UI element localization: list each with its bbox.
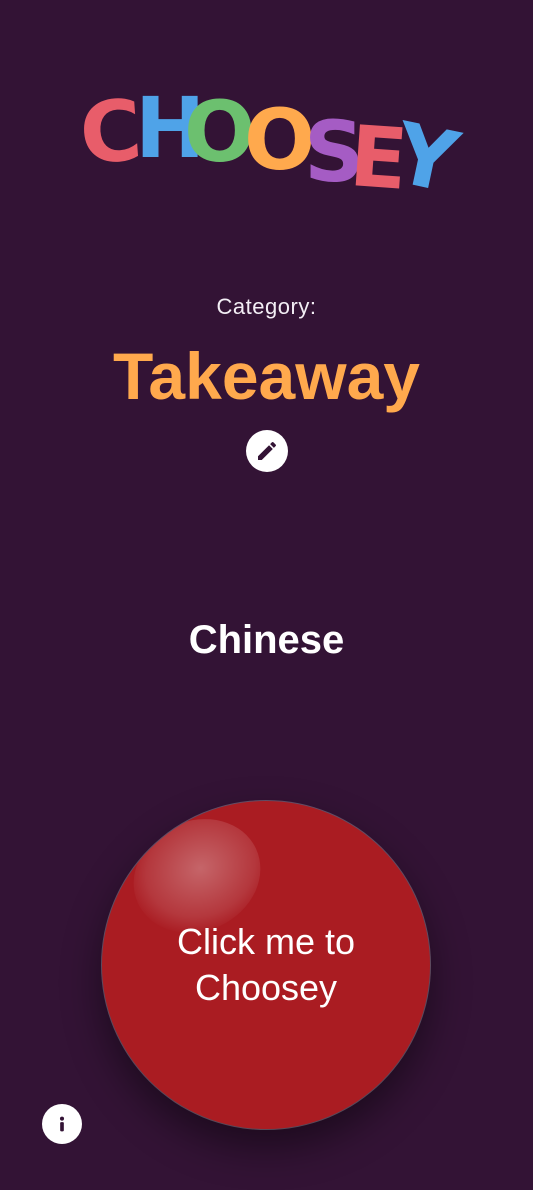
category-label: Category: xyxy=(216,294,317,319)
choose-button-label: Click me to Choosey xyxy=(176,921,356,1008)
chosen-result: Chinese xyxy=(188,618,345,662)
category-value: Takeaway xyxy=(113,339,420,413)
choose-button[interactable]: Click me to Choosey xyxy=(102,801,430,1129)
edit-category-button[interactable] xyxy=(246,430,288,472)
pencil-icon xyxy=(258,441,277,460)
app-logo: C H O O S E Y xyxy=(0,70,533,212)
info-icon xyxy=(59,1116,65,1132)
info-button[interactable] xyxy=(42,1104,82,1144)
